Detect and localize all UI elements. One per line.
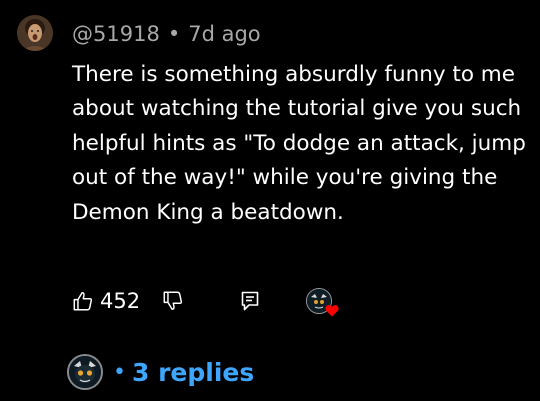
user-avatar[interactable] — [17, 15, 53, 51]
reply-button[interactable] — [240, 285, 260, 317]
comment-actions: 452 — [72, 285, 372, 317]
replier-avatar — [67, 354, 103, 390]
creator-avatar — [306, 288, 339, 317]
dislike-button[interactable] — [162, 285, 184, 317]
replies-separator: • — [113, 359, 126, 385]
view-replies-link[interactable]: • 3 replies — [67, 352, 254, 392]
comment-timestamp: 7d ago — [188, 22, 261, 46]
header-separator: • — [167, 22, 181, 46]
replies-count-label[interactable]: 3 replies — [132, 358, 254, 387]
avatar-image — [17, 15, 53, 51]
thumbs-down-icon — [163, 291, 183, 310]
like-button[interactable]: 452 — [72, 285, 140, 317]
comment-text: There is something absurdly funny to me … — [72, 62, 526, 225]
comment-handle[interactable]: @51918 — [72, 22, 160, 46]
reply-comment-icon — [241, 291, 259, 311]
comment-header: @51918 • 7d ago — [72, 20, 261, 48]
like-count: 452 — [100, 289, 141, 313]
creator-heart-icon — [325, 304, 339, 317]
creator-heart-button[interactable] — [306, 285, 339, 317]
replier-avatar-image — [69, 356, 101, 388]
thumbs-up-icon — [73, 292, 93, 311]
